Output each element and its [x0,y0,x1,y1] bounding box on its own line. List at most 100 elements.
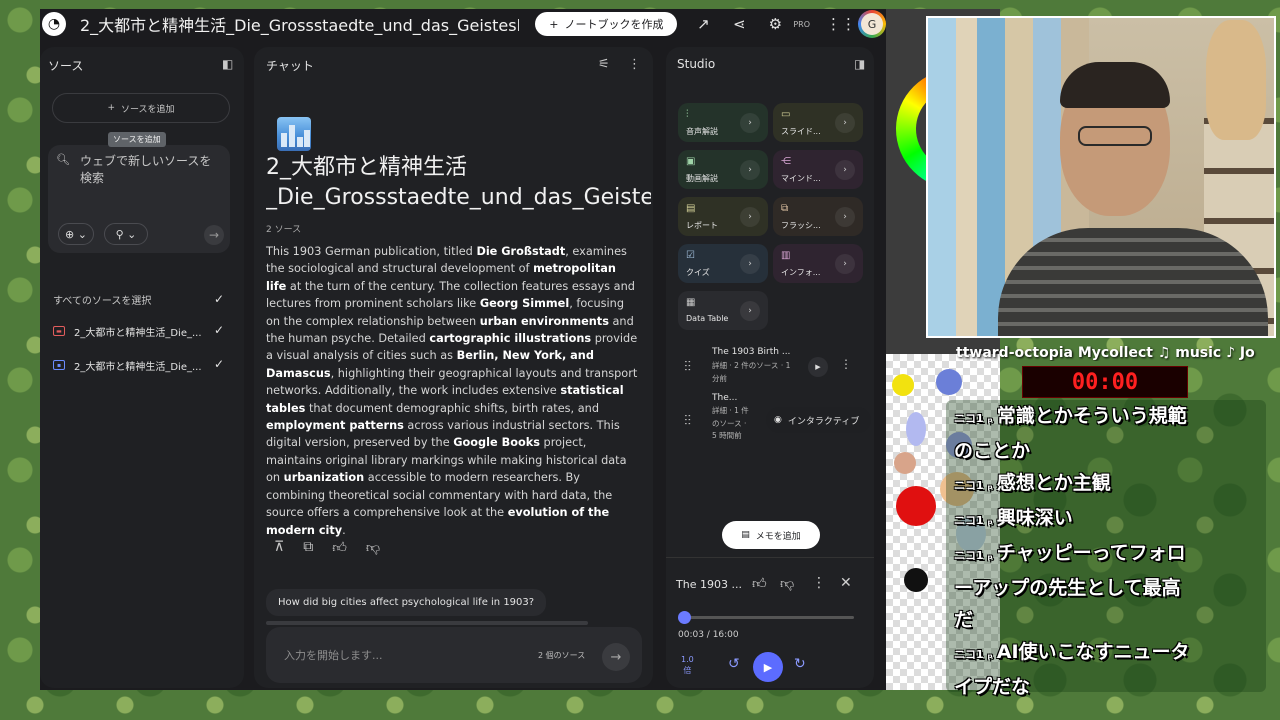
studio-tile[interactable]: ☑ クイズ › [678,244,768,283]
chevron-right-icon[interactable]: › [835,254,855,274]
settings-gear-icon[interactable]: ⚙ [765,15,785,33]
add-source-button[interactable]: + ソースを追加 [52,93,230,123]
summary-keyword: Georg Simmel [479,297,570,311]
globe-icon: ⊕ ⌄ [65,227,87,241]
flashcard-icon: ⧉ [781,203,789,214]
studio-tile[interactable]: ▦ Data Table › [678,291,768,330]
studio-tile-label: インフォ... [781,268,821,277]
analytics-icon[interactable]: ↗ [693,15,713,33]
interactive-mode-button[interactable]: ◉ インタラクティブ [766,407,871,433]
share-icon[interactable]: ⋖ [729,15,749,33]
send-arrow-icon[interactable]: → [602,643,630,671]
search-input[interactable]: ウェブで新しいソースを検索 [80,153,220,187]
play-button-icon[interactable]: ▶ [753,652,783,682]
add-memo-label: メモを追加 [755,531,801,542]
chevron-right-icon[interactable]: › [740,254,760,274]
cityscape-emoji-icon [277,117,311,151]
close-icon[interactable]: ✕ [840,575,852,591]
studio-tile[interactable]: ▣ 動画解説 › [678,150,768,189]
comment-text: 感想とか主観 [996,472,1111,494]
studio-panel: Studio ◨ ⫶ 音声解説 › ▭ スライド... › ▣ 動画解説 › ⋲ マインド... › ▤… [666,47,874,688]
thumbs-down-icon[interactable]: 👎︎ [780,575,794,592]
horizontal-scrollbar[interactable] [266,621,588,625]
chevron-right-icon[interactable]: › [740,113,760,133]
collapse-panel-icon[interactable]: ◨ [854,57,865,71]
notebook-summary: This 1903 German publication, titled Die… [266,243,638,539]
studio-tile-label: クイズ [686,268,710,277]
suggested-question-chip[interactable]: How did big cities affect psychological … [266,589,547,616]
create-notebook-label: ノートブックを作成 [564,18,664,31]
plus-icon: + [107,103,115,113]
add-memo-button[interactable]: ▤ メモを追加 [722,521,820,549]
more-options-icon[interactable]: ⋮ [812,575,826,591]
live-comment: ニコ1 ₚ 興味深い [954,502,1268,537]
slides-icon: ▭ [781,109,791,120]
studio-tile-label: マインド... [781,174,821,183]
chevron-right-icon[interactable]: › [835,207,855,227]
chevron-right-icon[interactable]: › [740,160,760,180]
chevron-right-icon[interactable]: › [740,301,760,321]
live-comment: ニコ1 ₚ 感想とか主観 [954,467,1268,502]
playback-speed-button[interactable]: 1.0 倍 [681,654,694,676]
web-source-search[interactable]: 🔍︎ ウェブで新しいソースを検索 ⊕ ⌄ ⚲ ⌄ → [48,145,230,253]
comment-text: AI使いこなすニュータ [996,641,1190,663]
web-source-dropdown[interactable]: ⊕ ⌄ [58,223,94,245]
more-options-icon[interactable]: ⋮ [840,357,852,371]
rewind-10-icon[interactable]: ↺ [728,656,740,672]
source-checkbox[interactable]: ✓ [214,357,224,371]
pin-icon[interactable]: ⊼ [274,539,284,556]
copy-icon[interactable]: ⧉ [303,539,313,556]
studio-tile[interactable]: ⧉ フラッシ... › [773,197,863,236]
paint-dot [904,568,928,592]
studio-tile[interactable]: ⫶ 音声解説 › [678,103,768,142]
studio-tile[interactable]: ▭ スライド... › [773,103,863,142]
studio-tile[interactable]: ▥ インフォ... › [773,244,863,283]
thumbs-up-icon[interactable]: 👍︎ [752,575,767,592]
source-item[interactable]: ▬ 2_大都市と精神生活_Die_... [53,323,233,339]
paint-dot [906,412,926,446]
tune-settings-icon[interactable]: ⚟ [598,57,610,72]
studio-tile-label: 動画解説 [686,174,718,183]
select-all-checkbox[interactable]: ✓ [214,292,224,306]
paint-dot [892,374,914,396]
chevron-right-icon[interactable]: › [740,207,760,227]
submit-search-arrow-icon[interactable]: → [204,225,224,245]
apps-grid-icon[interactable]: ⋮⋮ [826,15,856,33]
source-item[interactable]: ▪ 2_大都市と精神生活_Die_... [53,357,233,373]
studio-tile[interactable]: ▤ レポート › [678,197,768,236]
chat-input[interactable]: 入力を開始します... [284,647,383,663]
notebooklm-logo-icon[interactable]: ◔ [42,12,66,36]
comment-text: のことか [954,440,1031,462]
comment-text: チャッピーってフォロ [996,542,1186,564]
play-note-icon[interactable]: ▶ [808,357,828,377]
playback-progress-bar[interactable] [682,616,854,619]
infographic-icon: ▥ [781,250,791,261]
audio-waveform-icon: ⫶⫶ [684,413,691,429]
search-icon: 🔍︎ [56,153,70,166]
comment-tag: ニコ1 ₚ [954,479,993,492]
research-mode-dropdown[interactable]: ⚲ ⌄ [104,223,148,245]
thumbs-up-icon[interactable]: 👍︎ [332,539,347,556]
source-checkbox[interactable]: ✓ [214,323,224,337]
more-options-icon[interactable]: ⋮ [628,57,641,72]
chat-title: チャット [266,59,314,73]
chevron-right-icon[interactable]: › [835,113,855,133]
note-item[interactable]: ⫶⫶ The 1903 Birth ... 詳細 · 2 件のソース · 1 分… [666,345,866,389]
create-notebook-button[interactable]: + ノートブックを作成 [535,12,678,36]
summary-keyword: employment patterns [266,419,404,433]
audio-waveform-icon: ⫶⫶ [684,359,691,375]
thumbs-down-icon[interactable]: 👎︎ [366,539,380,556]
forward-10-icon[interactable]: ↻ [794,656,806,672]
playback-time: 00:03 / 16:00 [678,630,739,640]
webcam-feed [926,16,1276,338]
chat-input-box[interactable]: 入力を開始します... 2 個のソース → [266,627,642,683]
notebook-title[interactable]: 2_大都市と精神生活_Die_Grossstaedte_und_das_Geis… [80,12,519,36]
progress-knob[interactable] [678,611,691,624]
studio-tile[interactable]: ⋲ マインド... › [773,150,863,189]
source-count: 2 ソース [266,225,302,235]
comment-text: だ [954,609,974,631]
user-avatar[interactable]: G [858,10,886,38]
chevron-right-icon[interactable]: › [835,160,855,180]
comment-tag: ニコ1 ₚ [954,648,993,661]
collapse-panel-icon[interactable]: ◧ [222,57,233,71]
